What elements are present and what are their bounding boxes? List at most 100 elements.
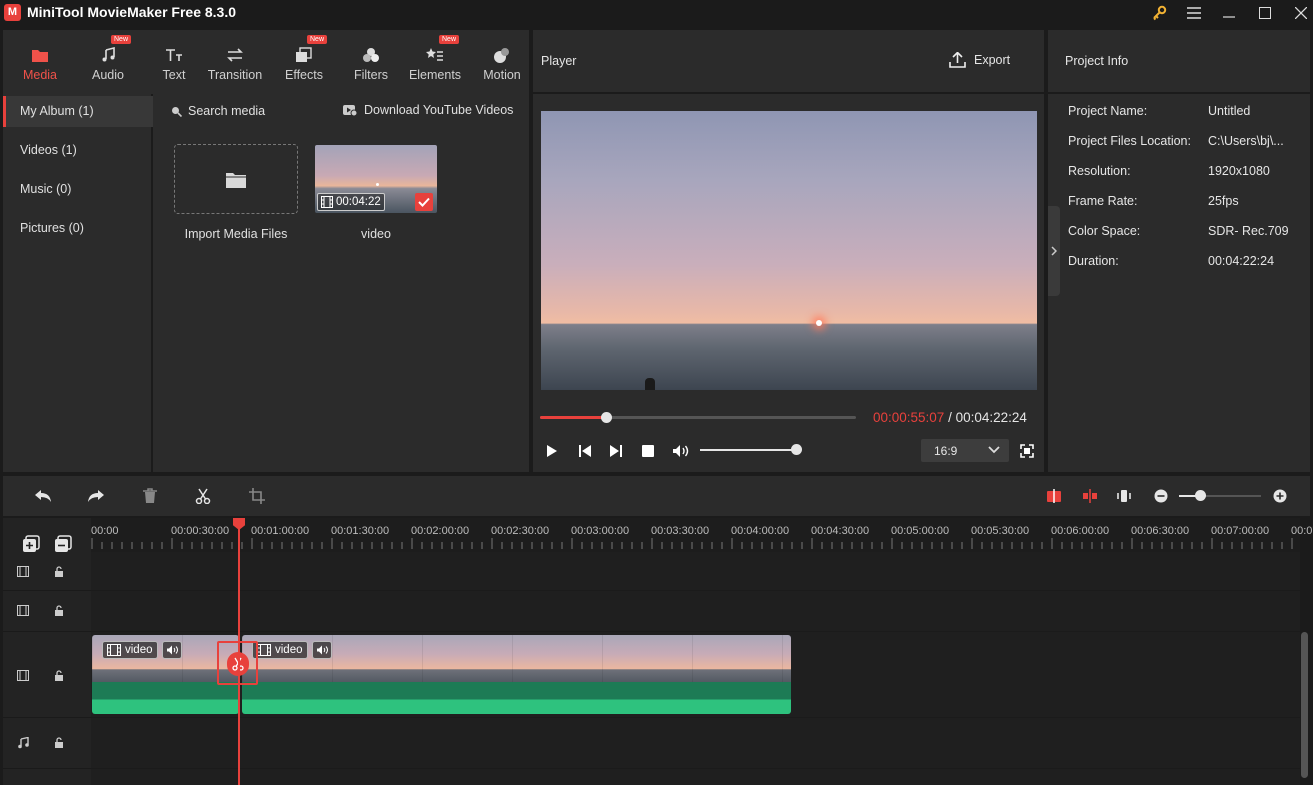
split-button[interactable] bbox=[192, 486, 214, 506]
project-name-value: Untitled bbox=[1208, 104, 1251, 118]
resolution-label: Resolution: bbox=[1068, 164, 1131, 178]
remove-track-button[interactable] bbox=[53, 534, 73, 554]
project-info-title: Project Info bbox=[1065, 54, 1129, 68]
film-icon bbox=[107, 644, 121, 656]
tab-motion[interactable]: Motion bbox=[479, 30, 525, 92]
split-marker-button[interactable] bbox=[1079, 486, 1101, 506]
album-item-videos[interactable]: Videos (1) bbox=[3, 135, 153, 166]
playback-progress-track[interactable] bbox=[540, 412, 856, 423]
selected-check-icon[interactable] bbox=[415, 193, 433, 211]
chevron-down-icon bbox=[988, 446, 1000, 454]
zoom-out-button[interactable] bbox=[1153, 486, 1169, 506]
snap-button[interactable] bbox=[1043, 486, 1065, 506]
lock-icon[interactable] bbox=[54, 670, 64, 684]
magnet-icon bbox=[1047, 489, 1061, 503]
effects-icon bbox=[294, 45, 314, 65]
tab-effects[interactable]: New Effects bbox=[281, 30, 328, 92]
lock-icon[interactable] bbox=[54, 605, 64, 619]
ruler-tick-label: 00:02:00:00 bbox=[411, 525, 470, 537]
search-media[interactable]: Search media bbox=[171, 104, 265, 118]
timeline-ruler[interactable]: 00:00 00:00:30:00 00:01:00:00 00:01:30:00 00… bbox=[91, 518, 1313, 552]
menu-icon[interactable] bbox=[1176, 0, 1212, 26]
previous-frame-button[interactable] bbox=[574, 440, 596, 462]
export-button[interactable]: Export bbox=[949, 52, 1010, 68]
undo-button[interactable] bbox=[32, 486, 54, 506]
frame-rate-value: 25fps bbox=[1208, 194, 1239, 208]
minimize-icon[interactable] bbox=[1211, 0, 1247, 26]
chevron-right-icon bbox=[1051, 246, 1057, 256]
tab-filters[interactable]: Filters bbox=[348, 30, 394, 92]
crop-button[interactable] bbox=[246, 486, 268, 506]
split-marker-icon bbox=[1083, 489, 1097, 503]
volume-button[interactable] bbox=[670, 440, 692, 462]
elements-icon bbox=[425, 45, 445, 65]
audio-waveform bbox=[92, 682, 239, 714]
import-media-box[interactable] bbox=[174, 144, 298, 214]
album-item-pictures[interactable]: Pictures (0) bbox=[3, 213, 153, 244]
video-clip-2[interactable]: video bbox=[242, 635, 791, 714]
clip-volume-icon[interactable] bbox=[162, 641, 182, 659]
zoom-slider-track[interactable] bbox=[1179, 490, 1261, 501]
collapse-panel-button[interactable] bbox=[1048, 206, 1060, 296]
clip-volume-icon[interactable] bbox=[312, 641, 332, 659]
download-youtube-button[interactable]: Download YouTube Videos bbox=[343, 103, 513, 117]
zoom-in-button[interactable] bbox=[1272, 486, 1288, 506]
project-location-label: Project Files Location: bbox=[1068, 134, 1191, 148]
ruler-tick-label: 00:06:30:00 bbox=[1131, 525, 1190, 537]
folder-icon bbox=[30, 45, 50, 65]
player-panel: Player Export 00:00:55:07 / 00:04:22:24 … bbox=[533, 30, 1044, 472]
tab-audio[interactable]: New Audio bbox=[85, 30, 132, 92]
film-icon bbox=[321, 196, 333, 208]
media-panel: Media New Audio Text Transition New Effe… bbox=[3, 30, 529, 472]
project-info-panel: Project Info Project Name: Untitled Proj… bbox=[1048, 30, 1310, 472]
import-media-label: Import Media Files bbox=[184, 227, 288, 241]
fullscreen-icon bbox=[1020, 444, 1034, 458]
volume-slider-handle[interactable] bbox=[791, 444, 802, 455]
volume-slider-fill bbox=[700, 449, 796, 451]
new-badge: New bbox=[111, 35, 132, 44]
ruler-ticks bbox=[91, 538, 1293, 549]
duration-value: 00:04:22:24 bbox=[1208, 254, 1275, 268]
timeline-toolbar bbox=[3, 476, 1310, 516]
playhead[interactable] bbox=[238, 518, 240, 785]
tab-text[interactable]: Text bbox=[151, 30, 197, 92]
delete-button[interactable] bbox=[139, 486, 161, 506]
ruler-tick-label: 00:03:00:00 bbox=[571, 525, 630, 537]
fullscreen-button[interactable] bbox=[1017, 440, 1037, 462]
trash-icon bbox=[143, 488, 157, 503]
aspect-ratio-select[interactable]: 16:9 bbox=[921, 439, 1009, 462]
overlay-track-1[interactable] bbox=[91, 552, 1300, 590]
album-item-music[interactable]: Music (0) bbox=[3, 174, 153, 205]
frame-rate-label: Frame Rate: bbox=[1068, 194, 1138, 208]
close-icon[interactable] bbox=[1283, 0, 1313, 26]
next-frame-button[interactable] bbox=[605, 440, 627, 462]
volume-icon bbox=[673, 445, 689, 457]
volume-slider-track[interactable] bbox=[700, 444, 802, 455]
music-track[interactable] bbox=[91, 718, 1300, 768]
video-thumbnail[interactable]: 00:04:22 bbox=[315, 145, 437, 213]
tab-transition[interactable]: Transition bbox=[203, 30, 267, 92]
project-name-label: Project Name: bbox=[1068, 104, 1148, 118]
redo-icon bbox=[88, 490, 104, 502]
stop-button[interactable] bbox=[637, 440, 659, 462]
album-item-my-album[interactable]: My Album (1) bbox=[3, 96, 153, 127]
redo-button[interactable] bbox=[85, 486, 107, 506]
skip-back-icon bbox=[579, 445, 591, 457]
timeline-scrollbar[interactable] bbox=[1301, 632, 1308, 778]
zoom-slider-handle[interactable] bbox=[1195, 490, 1206, 501]
add-track-button[interactable] bbox=[21, 534, 41, 554]
audio-mix-button[interactable] bbox=[1113, 486, 1135, 506]
lock-icon[interactable] bbox=[54, 566, 64, 580]
maximize-icon[interactable] bbox=[1247, 0, 1283, 26]
extra-track[interactable] bbox=[91, 769, 1300, 785]
main-video-track[interactable]: video video bbox=[91, 632, 1300, 717]
tab-media[interactable]: Media bbox=[17, 30, 63, 92]
add-track-icon bbox=[23, 535, 40, 552]
overlay-track-2[interactable] bbox=[91, 591, 1300, 631]
lock-icon[interactable] bbox=[54, 737, 64, 751]
play-button[interactable] bbox=[541, 440, 563, 462]
key-icon[interactable] bbox=[1141, 0, 1177, 26]
motion-icon bbox=[492, 45, 512, 65]
playback-progress-handle[interactable] bbox=[601, 412, 612, 423]
tab-elements[interactable]: New Elements bbox=[407, 30, 463, 92]
